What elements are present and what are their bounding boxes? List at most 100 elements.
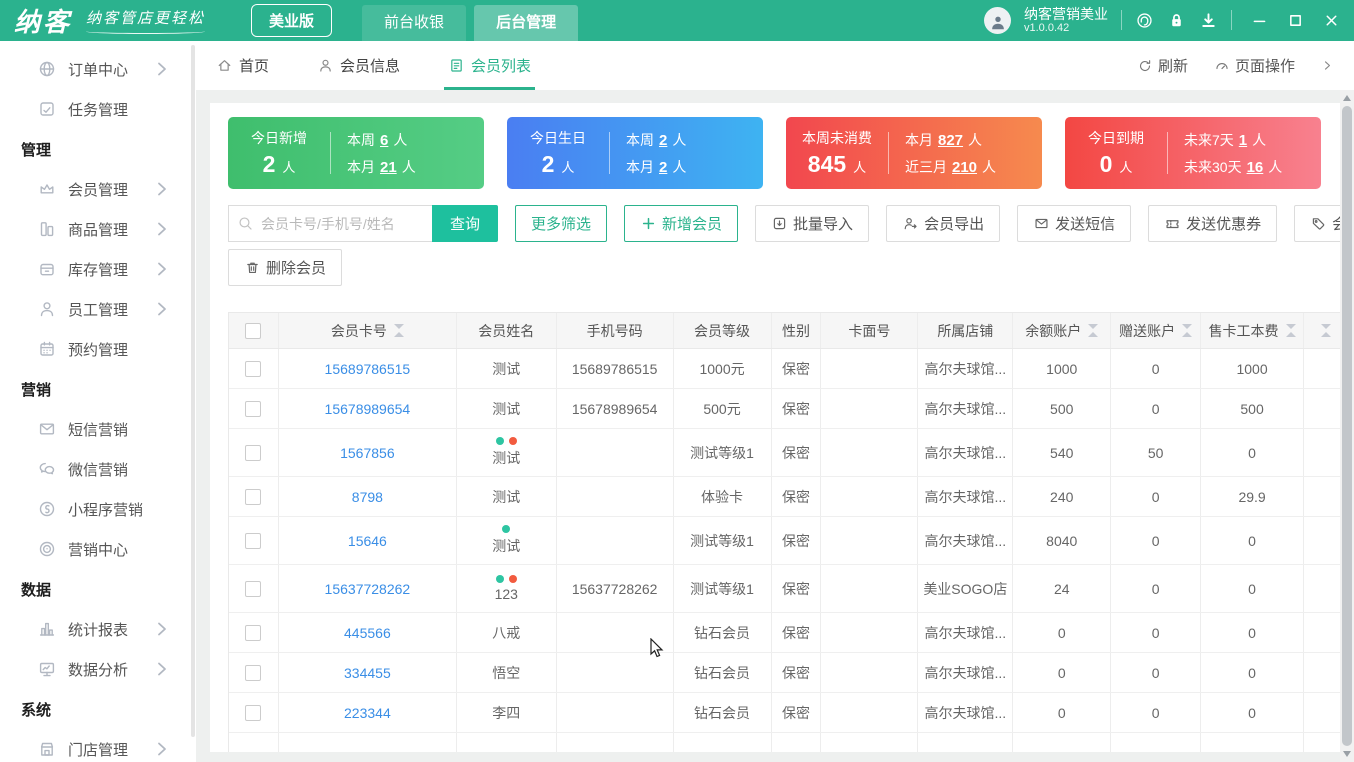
member-card-link[interactable]: 223344 — [344, 705, 391, 721]
stat-card[interactable]: 今日到期 0人 未来7天 1 人未来30天 16 人 — [1065, 117, 1321, 189]
minimize-button[interactable] — [1251, 12, 1268, 29]
user-info[interactable]: 纳客营销美业 v1.0.0.42 — [1024, 6, 1108, 36]
row-checkbox[interactable] — [245, 624, 262, 641]
top-nav: 前台收银 后台管理 — [362, 0, 586, 41]
row-checkbox[interactable] — [245, 360, 262, 377]
column-header: 性别 — [772, 313, 822, 348]
批量导入-button[interactable]: 批量导入 — [755, 205, 870, 242]
scroll-down-arrow[interactable] — [1343, 751, 1351, 757]
table-row[interactable]: 445566 八戒 钻石会员 保密 高尔夫球馆... 0 0 0 — [229, 613, 1340, 653]
sidebar-item[interactable]: 商品管理 — [0, 209, 196, 249]
sidebar-item[interactable]: 订单中心 — [0, 49, 196, 89]
sort-arrows[interactable] — [1182, 324, 1193, 337]
row-checkbox[interactable] — [245, 580, 262, 597]
top-nav-backend[interactable]: 后台管理 — [474, 5, 579, 41]
sidebar-item[interactable]: 任务管理 — [0, 89, 196, 129]
发送优惠券-button[interactable]: 发送优惠券 — [1148, 205, 1278, 242]
app-version: v1.0.0.42 — [1024, 22, 1070, 35]
toolbar: 查询 更多筛选新增会员批量导入会员导出发送短信发送优惠券会员标签 — [228, 205, 1340, 242]
top-nav-pos[interactable]: 前台收银 — [362, 5, 467, 41]
close-button[interactable] — [1323, 12, 1340, 29]
sort-arrows[interactable] — [1320, 324, 1331, 337]
member-card-link[interactable]: 15689786515 — [325, 361, 411, 377]
row-checkbox[interactable] — [245, 488, 262, 505]
column-header[interactable]: 会员卡号 — [279, 313, 457, 348]
会员导出-button[interactable]: 会员导出 — [886, 205, 1001, 242]
member-card-link[interactable]: 15678989654 — [325, 401, 411, 417]
sidebar-item[interactable]: 会员管理 — [0, 169, 196, 209]
发送短信-button[interactable]: 发送短信 — [1017, 205, 1132, 242]
page-tab[interactable]: 会员列表 — [444, 41, 536, 90]
table-row[interactable]: 223344 李四 钻石会员 保密 高尔夫球馆... 0 0 0 — [229, 693, 1340, 733]
monitor-icon — [37, 659, 57, 679]
app-slogan: 纳客管店更轻松 — [86, 7, 206, 34]
member-card-link[interactable]: 15637728262 — [325, 581, 411, 597]
table-row[interactable]: 15646 测试 测试等级1 保密 高尔夫球馆... 8040 0 0 — [229, 517, 1340, 565]
sidebar-scrollbar[interactable] — [191, 45, 195, 738]
column-header[interactable]: 余额账户 — [1013, 313, 1112, 348]
delete-member-button[interactable]: 删除会员 — [228, 249, 343, 286]
row-checkbox[interactable] — [245, 400, 262, 417]
customer-service-icon[interactable] — [1135, 11, 1154, 30]
sidebar-item[interactable]: 库存管理 — [0, 249, 196, 289]
table-row[interactable]: 15689786515 测试 15689786515 1000元 保密 高尔夫球馆... 1… — [229, 349, 1340, 389]
maximize-button[interactable] — [1287, 12, 1304, 29]
strip-action-refresh[interactable]: 刷新 — [1137, 55, 1188, 76]
query-button[interactable]: 查询 — [432, 205, 499, 242]
table-row[interactable]: 334455 悟空 钻石会员 保密 高尔夫球馆... 0 0 0 — [229, 653, 1340, 693]
mail-icon — [1033, 215, 1050, 232]
column-header[interactable]: 售卡工本费 — [1201, 313, 1305, 348]
column-header[interactable]: 赠送账户 — [1111, 313, 1202, 348]
会员标签-button[interactable]: 会员标签 — [1294, 205, 1340, 242]
column-header[interactable] — [229, 313, 279, 348]
member-card-link[interactable]: 1567856 — [340, 445, 395, 461]
member-card-link[interactable]: 334455 — [344, 665, 391, 681]
target-icon — [37, 539, 57, 559]
table-row[interactable]: 15637728262 123 15637728262 测试等级1 保密 美业SOGO店 2… — [229, 565, 1340, 613]
sidebar-item[interactable]: 营销中心 — [0, 529, 196, 569]
row-checkbox[interactable] — [245, 664, 262, 681]
sidebar-item[interactable]: 数据分析 — [0, 649, 196, 689]
stat-card[interactable]: 今日生日 2人 本周 2 人本月 2 人 — [507, 117, 763, 189]
table-header-row: 会员卡号 会员姓名 手机号码 会员等级 性别 卡面号 所属店铺 余额账户 赠送账… — [229, 313, 1340, 349]
sidebar-item[interactable]: 统计报表 — [0, 609, 196, 649]
page-tab[interactable]: 首页 — [216, 41, 269, 90]
table-row[interactable]: 1567856 测试 测试等级1 保密 高尔夫球馆... 540 50 0 — [229, 429, 1340, 477]
scroll-up-arrow[interactable] — [1343, 95, 1351, 101]
search-input[interactable] — [228, 205, 432, 242]
sort-arrows[interactable] — [393, 324, 404, 337]
chevron-right-icon[interactable] — [1321, 59, 1334, 72]
sidebar-item[interactable]: 小程序营销 — [0, 489, 196, 529]
新增会员-button[interactable]: 新增会员 — [624, 205, 739, 242]
sidebar-item[interactable]: 门店管理 — [0, 729, 196, 762]
row-checkbox[interactable] — [245, 532, 262, 549]
vertical-scrollbar[interactable] — [1340, 90, 1354, 762]
column-header[interactable] — [1304, 313, 1340, 348]
table-row[interactable]: 8798 测试 体验卡 保密 高尔夫球馆... 240 0 29.9 — [229, 477, 1340, 517]
sort-arrows[interactable] — [1088, 324, 1099, 337]
member-card-link[interactable]: 15646 — [348, 533, 387, 549]
sidebar-item[interactable]: 微信营销 — [0, 449, 196, 489]
select-all-checkbox[interactable] — [245, 322, 262, 339]
edition-badge-button[interactable]: 美业版 — [251, 4, 333, 37]
sidebar-item[interactable]: 预约管理 — [0, 329, 196, 369]
strip-action-gauge[interactable]: 页面操作 — [1214, 55, 1295, 76]
row-checkbox[interactable] — [245, 704, 262, 721]
page-tab[interactable]: 会员信息 — [317, 41, 400, 90]
column-header: 手机号码 — [557, 313, 674, 348]
avatar[interactable] — [984, 6, 1011, 34]
download-icon[interactable] — [1199, 11, 1218, 30]
member-card-link[interactable]: 445566 — [344, 625, 391, 641]
member-card-link[interactable]: 8798 — [352, 489, 383, 505]
stat-card[interactable]: 今日新增 2人 本周 6 人本月 21 人 — [228, 117, 484, 189]
更多筛选-button[interactable]: 更多筛选 — [515, 205, 608, 242]
scrollbar-thumb[interactable] — [1342, 106, 1352, 746]
stat-card[interactable]: 本周未消费 845 人 本月 827 人近三月 210 人 — [786, 117, 1042, 189]
sidebar-item[interactable]: 员工管理 — [0, 289, 196, 329]
row-checkbox[interactable] — [245, 444, 262, 461]
task-icon — [37, 99, 57, 119]
sidebar-item[interactable]: 短信营销 — [0, 409, 196, 449]
lock-icon[interactable] — [1167, 11, 1186, 30]
table-row[interactable]: 15678989654 测试 15678989654 500元 保密 高尔夫球馆... 50… — [229, 389, 1340, 429]
sort-arrows[interactable] — [1285, 324, 1296, 337]
